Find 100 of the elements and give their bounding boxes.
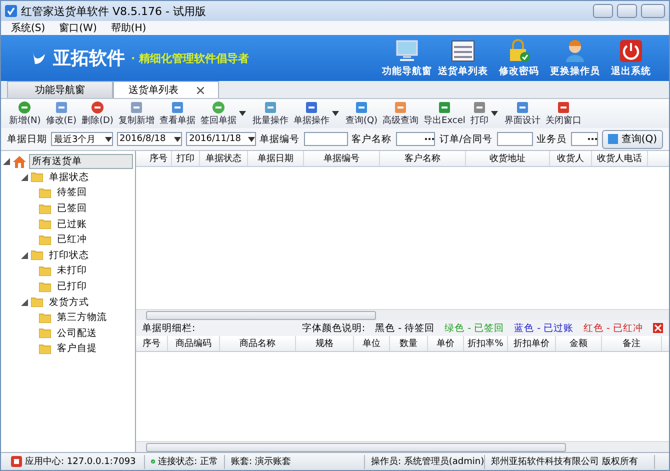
status-text: 连接状态: 正常 (158, 456, 218, 468)
banner-action[interactable]: 退出系统 (611, 64, 651, 78)
tree-item[interactable]: 公司配送 (54, 326, 100, 341)
app-icon (5, 5, 17, 17)
column-header[interactable]: 收货人 (550, 151, 592, 166)
tree-item[interactable]: 第三方物流 (54, 310, 110, 326)
field-label: 单据编号 (260, 132, 300, 146)
column-header[interactable]: 单据编号 (304, 151, 380, 166)
column-header[interactable]: 单价 (428, 336, 464, 351)
legend-item: 蓝色 - 已过账 (514, 322, 574, 334)
toolbar-button[interactable]: 导出Excel (422, 100, 468, 126)
dropdown-icon[interactable] (332, 111, 340, 116)
toolbar-button[interactable]: 打印 (468, 100, 490, 126)
logo-text: 亚拓软件 (53, 47, 125, 70)
close-button[interactable] (641, 4, 665, 18)
toolbar-button[interactable]: 高级查询 (380, 100, 421, 126)
column-header[interactable]: 金额 (556, 336, 602, 351)
tree-item[interactable]: 发货方式 (46, 294, 92, 310)
tree-item[interactable]: 已过账 (54, 216, 90, 232)
column-header[interactable]: 商品名称 (220, 336, 296, 351)
tab[interactable]: 送货单列表 (113, 81, 219, 98)
toolbar-button[interactable]: 关闭窗口 (543, 100, 584, 126)
legend-item: 红色 - 已红冲 (584, 322, 643, 334)
expand-icon[interactable] (21, 174, 28, 181)
column-header[interactable]: 打印 (172, 151, 200, 166)
field-label: 业务员 (536, 132, 566, 146)
dropdown-icon[interactable] (491, 111, 498, 116)
maximize-button[interactable] (617, 4, 637, 18)
toolbar-button[interactable]: 查询(Q) (343, 100, 380, 126)
banner-action[interactable]: 更换操作员 (550, 64, 600, 78)
window-title: 红管家送货单软件 V8.5.176 - 试用版 (21, 4, 207, 18)
column-header[interactable]: 单据日期 (248, 151, 304, 166)
column-header[interactable]: 单位 (354, 336, 390, 351)
tree-item[interactable]: 未打印 (54, 263, 90, 278)
folder-icon (39, 234, 51, 245)
dropdown-icon[interactable] (248, 136, 255, 142)
tree-item[interactable]: 所有送货单 (29, 154, 133, 170)
input-field[interactable] (396, 132, 436, 146)
dropdown-icon[interactable] (104, 136, 112, 142)
input-field[interactable] (570, 132, 598, 146)
tab[interactable]: 功能导航窗 (7, 81, 113, 98)
tree-item[interactable]: 已签回 (54, 201, 90, 216)
column-header[interactable]: 收货人电话 (592, 151, 648, 166)
scrollbar-thumb[interactable] (146, 442, 566, 452)
column-header[interactable]: 客户名称 (380, 151, 466, 166)
column-header[interactable]: 数量 (390, 336, 428, 351)
folder-icon (31, 297, 43, 308)
toolbar-button[interactable]: 签回单据 (198, 100, 238, 126)
toolbar-button[interactable]: 复制新增 (116, 100, 156, 126)
minimize-button[interactable] (593, 4, 613, 18)
tree-item[interactable]: 已红冲 (54, 232, 90, 248)
column-header[interactable]: 商品编码 (168, 336, 220, 351)
date-field[interactable]: 2016/8/18 (116, 132, 182, 146)
input-field[interactable] (496, 132, 532, 146)
column-header[interactable]: 折扣率% (464, 336, 508, 351)
column-header[interactable]: 序号 (136, 336, 168, 351)
folder-icon (39, 312, 51, 323)
status-text: 账套: 演示账套 (231, 456, 291, 468)
menu-item[interactable]: 帮助(H) (110, 21, 146, 35)
toolbar-button[interactable]: 查看单据 (157, 100, 198, 126)
input-field[interactable] (304, 132, 348, 146)
dropdown-icon[interactable] (239, 111, 246, 116)
date-field[interactable]: 2016/11/18 (186, 132, 256, 146)
column-header[interactable]: 折扣单价 (508, 336, 556, 351)
toolbar-button[interactable]: 界面设计 (502, 100, 542, 126)
column-header[interactable]: 备注 (602, 336, 662, 351)
toolbar-button[interactable]: 单据操作 (291, 100, 332, 126)
tree-item[interactable]: 客户自提 (54, 341, 100, 356)
menu-item[interactable]: 系统(S) (11, 21, 46, 35)
folder-icon (39, 204, 51, 214)
legend-label: 字体颜色说明: (302, 322, 366, 334)
toolbar-button[interactable]: 删除(D) (79, 100, 116, 126)
dropdown-icon[interactable] (174, 136, 182, 142)
column-header[interactable]: 单据状态 (200, 151, 248, 166)
field-label: 客户名称 (352, 132, 392, 146)
column-header[interactable]: 序号 (146, 151, 172, 166)
toolbar-button[interactable]: 修改(E) (44, 100, 78, 126)
range-dropdown[interactable]: 最近3个月 (51, 132, 113, 146)
banner-action[interactable]: 修改密码 (499, 64, 539, 78)
status-text: 郑州亚拓软件科技有限公司 版权所有 (491, 456, 638, 468)
search-button[interactable]: 查询(Q) (602, 130, 663, 148)
tree-item[interactable]: 已打印 (54, 279, 90, 294)
toolbar-button[interactable]: 新增(N) (7, 100, 43, 126)
expand-icon[interactable] (21, 252, 28, 259)
logo-icon (31, 50, 47, 66)
column-header[interactable]: 收货地址 (466, 151, 550, 166)
menu-item[interactable]: 窗口(W) (59, 21, 97, 35)
expand-icon[interactable] (21, 298, 28, 306)
column-header[interactable]: 规格 (296, 336, 354, 351)
folder-icon (39, 328, 51, 338)
tree-item[interactable]: 单据状态 (46, 170, 92, 185)
legend-item: 黑色 - 待签回 (375, 322, 435, 334)
tree-item[interactable]: 打印状态 (46, 248, 92, 263)
scrollbar-thumb[interactable] (146, 310, 376, 320)
tree-item[interactable]: 待签回 (54, 185, 90, 200)
banner-action[interactable]: 送货单列表 (438, 64, 488, 78)
expand-icon[interactable] (3, 158, 10, 166)
toolbar-button[interactable]: 批量操作 (250, 100, 290, 126)
status-text: 应用中心: 127.0.0.1:7093 (25, 456, 136, 468)
banner-action[interactable]: 功能导航窗 (382, 64, 432, 78)
